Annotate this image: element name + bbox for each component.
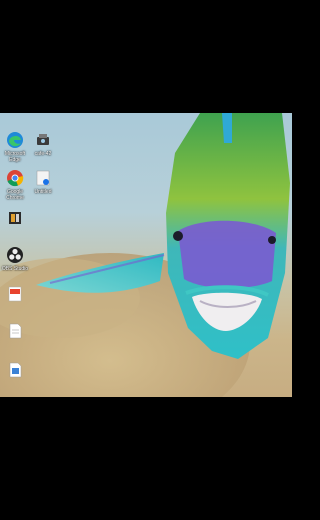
video-frame: Microsoft Edge cafe-42 Google Chrome Unt… — [0, 0, 292, 520]
desktop-icon-label: OBS Studio — [1, 266, 29, 272]
desktop-icon-label: cafe-42 — [34, 151, 52, 157]
desktop: Microsoft Edge cafe-42 Google Chrome Unt… — [0, 113, 292, 397]
desktop-icon-file[interactable] — [0, 322, 30, 342]
obs-icon — [7, 247, 23, 263]
desktop-icon-untitled[interactable]: Untitled — [28, 169, 58, 195]
desktop-icon-label: Microsoft Edge — [4, 151, 26, 163]
shortcut-icon — [9, 212, 21, 224]
desktop-icon-chrome[interactable]: Google Chrome — [0, 169, 30, 201]
app-icon — [37, 134, 49, 145]
file-icon — [9, 362, 22, 378]
desktop-icon-file-2[interactable] — [0, 361, 30, 381]
desktop-icon-cafe[interactable]: cafe-42 — [28, 131, 58, 157]
document-icon — [36, 170, 50, 186]
desktop-icon-shortcut[interactable] — [0, 209, 30, 229]
desktop-icon-obs[interactable]: OBS Studio — [0, 246, 30, 272]
pdf-icon — [8, 286, 22, 302]
chrome-icon — [7, 170, 24, 187]
desktop-icon-edge[interactable]: Microsoft Edge — [0, 131, 30, 163]
file-icon — [9, 323, 22, 339]
edge-icon — [7, 132, 23, 148]
desktop-icon-label: Untitled — [34, 189, 52, 195]
desktop-icon-pdf[interactable] — [0, 285, 30, 305]
desktop-icon-label: Google Chrome — [6, 189, 24, 201]
